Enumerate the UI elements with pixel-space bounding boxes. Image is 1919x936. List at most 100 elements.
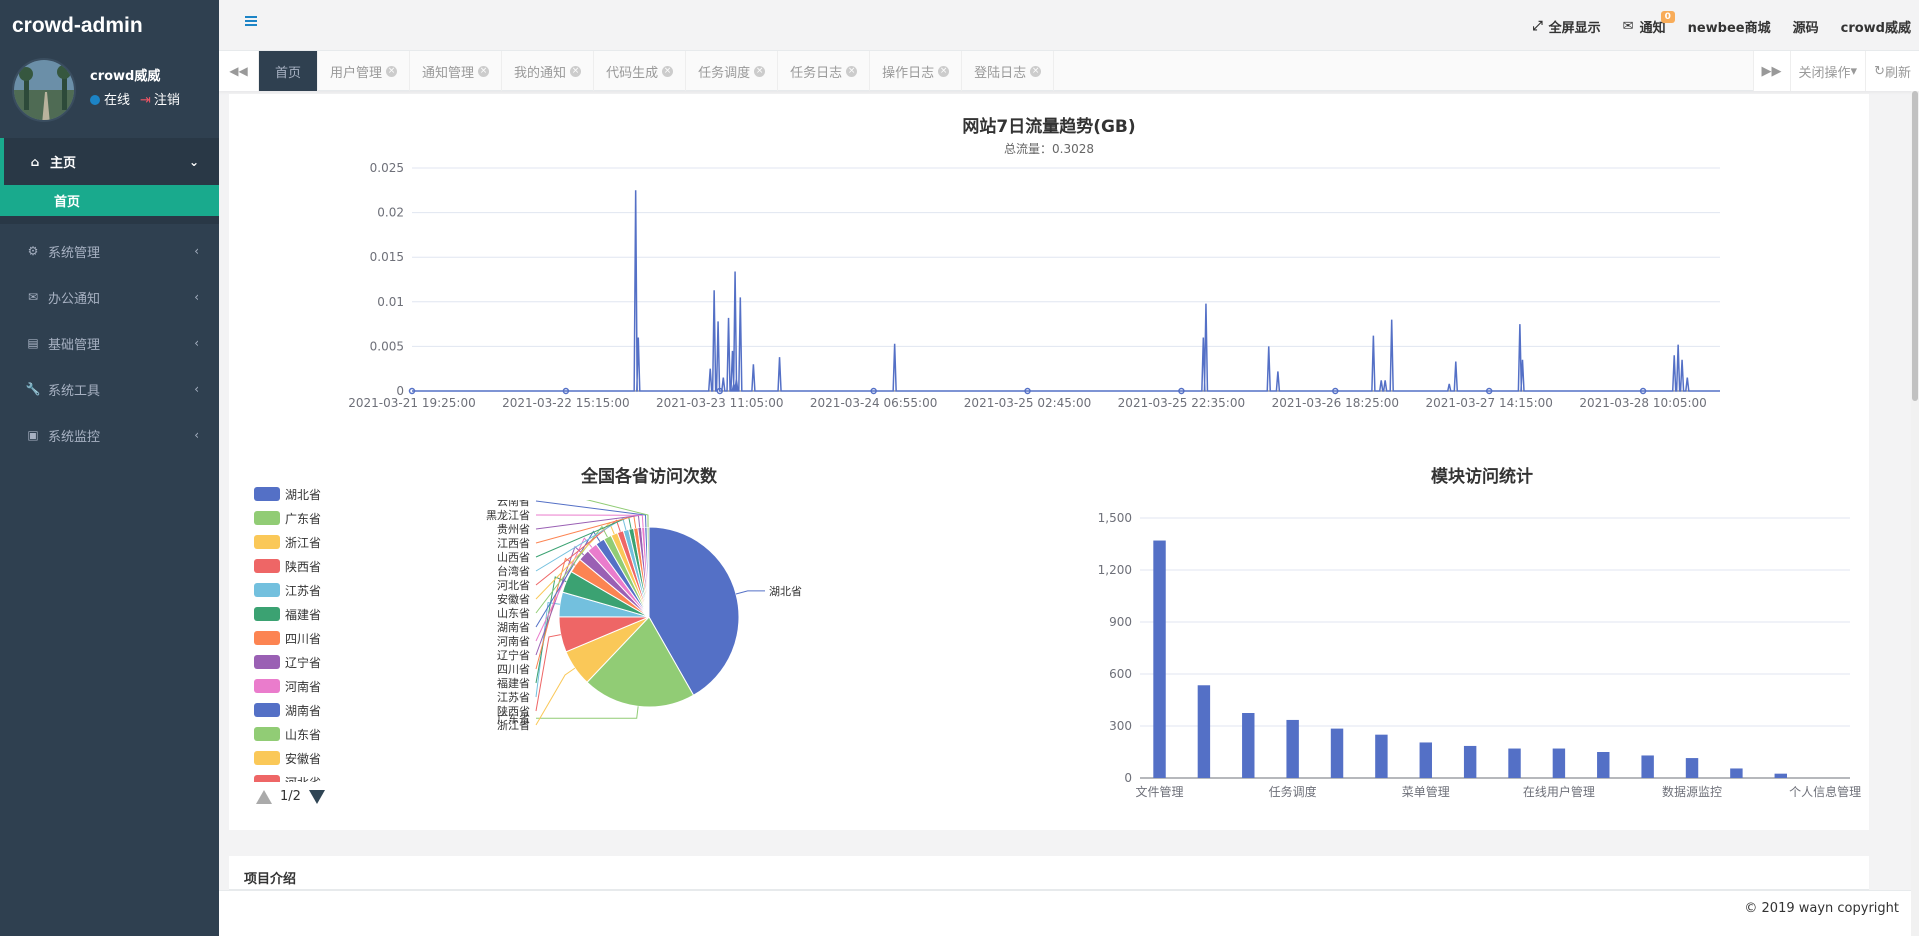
pie-label: 台湾省 bbox=[497, 564, 530, 578]
y-tick-label: 900 bbox=[1109, 615, 1132, 629]
pie-label: 安徽省 bbox=[497, 592, 530, 606]
module-bar-title: 模块访问统计 bbox=[1431, 467, 1533, 487]
x-tick-label: 2021-03-27 14:15:00 bbox=[1425, 396, 1552, 410]
pie-label: 贵州省 bbox=[497, 523, 530, 536]
legend-swatch bbox=[254, 655, 280, 669]
legend-swatch bbox=[254, 535, 280, 549]
legend-item[interactable]: 湖南省 bbox=[254, 698, 321, 722]
legend-item[interactable]: 河南省 bbox=[254, 674, 321, 698]
y-tick-label: 0 bbox=[1124, 771, 1132, 785]
y-tick-label: 0.01 bbox=[377, 295, 404, 309]
footer: © 2019 wayn copyright bbox=[219, 890, 1919, 936]
y-tick-label: 0.025 bbox=[370, 161, 404, 175]
pie-label: 江西省 bbox=[497, 537, 530, 550]
chevron-left-icon: ‹ bbox=[194, 428, 199, 442]
province-pie-chart: 湖北省广东省浙江省陕西省江苏省福建省四川省辽宁省河南省湖南省山东省安徽省河北省台… bbox=[486, 500, 802, 732]
legend-item[interactable]: 福建省 bbox=[254, 602, 321, 626]
pie-label-line bbox=[735, 590, 765, 595]
legend-swatch bbox=[254, 703, 280, 717]
legend-item[interactable]: 安徽省 bbox=[254, 746, 321, 770]
x-tick-label: 在线用户管理 bbox=[1523, 784, 1595, 799]
legend-swatch bbox=[254, 751, 280, 765]
x-tick-label: 任务调度 bbox=[1269, 784, 1317, 799]
pie-label: 辽宁省 bbox=[497, 648, 530, 662]
legend-label: 湖北省 bbox=[285, 487, 322, 502]
legend-item[interactable]: 山东省 bbox=[254, 722, 321, 746]
x-tick-label: 文件管理 bbox=[1136, 784, 1184, 799]
legend-swatch bbox=[254, 679, 280, 693]
y-tick-label: 600 bbox=[1109, 667, 1132, 681]
legend-swatch bbox=[254, 631, 280, 645]
legend-item[interactable]: 辽宁省 bbox=[254, 650, 321, 674]
bar bbox=[1552, 748, 1566, 778]
legend-label: 河南省 bbox=[285, 679, 322, 694]
bar bbox=[1641, 755, 1654, 778]
legend-label: 广东省 bbox=[285, 511, 322, 526]
legend-swatch bbox=[254, 607, 280, 621]
bar bbox=[1197, 685, 1211, 778]
legend-swatch bbox=[254, 559, 280, 573]
bar bbox=[1463, 745, 1477, 778]
legend-swatch bbox=[254, 583, 280, 597]
legend-prev-icon[interactable] bbox=[256, 789, 272, 804]
x-tick-label: 2021-03-28 10:05:00 bbox=[1579, 396, 1706, 410]
x-tick-label: 数据源监控 bbox=[1662, 784, 1722, 799]
bar bbox=[1375, 734, 1388, 778]
legend-swatch bbox=[254, 727, 280, 741]
bar bbox=[1774, 773, 1787, 778]
pie-label-line bbox=[535, 500, 647, 528]
y-tick-label: 300 bbox=[1109, 719, 1132, 733]
bar bbox=[1153, 540, 1166, 778]
x-tick-label: 2021-03-25 22:35:00 bbox=[1118, 396, 1245, 410]
bar bbox=[1286, 719, 1299, 778]
x-tick-label: 2021-03-24 06:55:00 bbox=[810, 396, 937, 410]
bar bbox=[1419, 742, 1432, 778]
legend-label: 陕西省 bbox=[285, 559, 322, 574]
bar bbox=[1730, 768, 1743, 778]
x-tick-label: 菜单管理 bbox=[1402, 784, 1450, 799]
legend-item[interactable]: 湖北省 bbox=[254, 482, 321, 506]
x-tick-label: 2021-03-23 11:05:00 bbox=[656, 396, 783, 410]
pie-legend: 湖北省广东省浙江省陕西省江苏省福建省四川省辽宁省河南省湖南省山东省安徽省河北省 bbox=[254, 482, 321, 782]
legend-item[interactable]: 四川省 bbox=[254, 626, 321, 650]
legend-swatch bbox=[254, 487, 280, 501]
project-intro-box: 项目介绍 bbox=[229, 856, 1869, 890]
legend-pager: 1/2 bbox=[256, 789, 325, 804]
pie-label: 浙江省 bbox=[497, 719, 530, 732]
pie-label: 四川省 bbox=[497, 663, 530, 676]
province-pie-title: 全国各省访问次数 bbox=[581, 467, 717, 487]
scrollbar-thumb[interactable] bbox=[1912, 91, 1918, 401]
project-intro-title: 项目介绍 bbox=[244, 872, 297, 887]
pie-label: 河南省 bbox=[497, 635, 530, 648]
y-tick-label: 0.005 bbox=[370, 339, 404, 353]
bar bbox=[1508, 748, 1521, 778]
bar bbox=[1685, 758, 1699, 778]
legend-label: 安徽省 bbox=[285, 751, 322, 766]
bar bbox=[1330, 728, 1344, 778]
pie-label: 黑龙江省 bbox=[486, 509, 530, 522]
y-tick-label: 1,200 bbox=[1098, 563, 1132, 577]
scrollbar[interactable] bbox=[1911, 91, 1919, 936]
legend-item[interactable]: 江苏省 bbox=[254, 578, 321, 602]
x-tick-label: 个人信息管理 bbox=[1789, 784, 1861, 799]
legend-swatch bbox=[254, 775, 280, 782]
traffic-series-line bbox=[412, 190, 1720, 392]
legend-swatch bbox=[254, 511, 280, 525]
legend-item[interactable]: 广东省 bbox=[254, 506, 321, 530]
monitor-icon: ▣ bbox=[27, 428, 39, 442]
module-bar-chart: 0 300 600 900 1,200 1,500 文件管理 任务调度 菜单管理 在线用户管理 数据… bbox=[1098, 511, 1862, 799]
legend-label: 四川省 bbox=[285, 631, 322, 646]
legend-item[interactable]: 浙江省 bbox=[254, 530, 321, 554]
legend-label: 福建省 bbox=[285, 607, 322, 622]
legend-label: 河北省 bbox=[285, 774, 321, 783]
legend-item[interactable]: 陕西省 bbox=[254, 554, 321, 578]
legend-item[interactable]: 河北省 bbox=[254, 770, 321, 782]
legend-label: 湖南省 bbox=[285, 703, 322, 718]
copyright: © 2019 wayn copyright bbox=[1744, 901, 1899, 916]
legend-next-icon[interactable] bbox=[308, 789, 325, 804]
pie-label: 陕西省 bbox=[497, 704, 530, 718]
legend-label: 山东省 bbox=[285, 727, 322, 742]
x-tick-label: 2021-03-21 19:25:00 bbox=[348, 396, 475, 410]
pie-label-line bbox=[536, 706, 639, 719]
legend-label: 江苏省 bbox=[285, 583, 322, 598]
